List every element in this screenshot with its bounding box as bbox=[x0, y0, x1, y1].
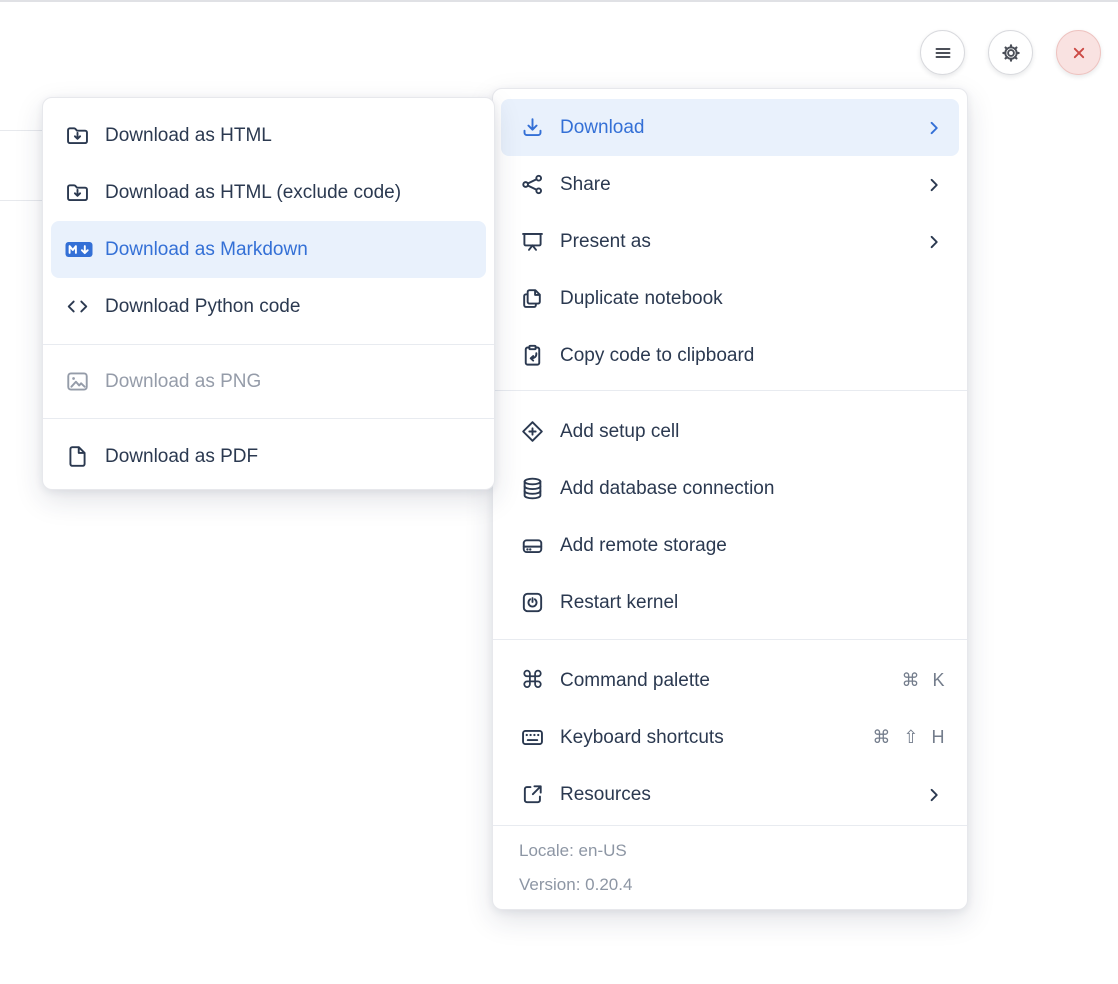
menu-item-label: Add database connection bbox=[560, 478, 774, 500]
menu-item-label: Duplicate notebook bbox=[560, 288, 723, 310]
menu-item-download[interactable]: Download bbox=[501, 99, 959, 156]
image-icon bbox=[64, 368, 91, 395]
menu-item-share[interactable]: Share bbox=[501, 156, 959, 213]
markdown-icon bbox=[64, 236, 94, 263]
menu-footer: Locale: en-US Version: 0.20.4 bbox=[493, 826, 967, 902]
menu-item-label: Command palette bbox=[560, 670, 710, 692]
download-submenu: Download as HTML Download as HTML (exclu… bbox=[42, 97, 495, 490]
menu-item-download-as-png: Download as PNG bbox=[51, 353, 486, 410]
menu-item-label: Download as PDF bbox=[105, 446, 258, 468]
settings-button[interactable] bbox=[988, 30, 1033, 75]
menu-item-keyboard-shortcuts[interactable]: Keyboard shortcuts ⌘ ⇧ H bbox=[501, 709, 959, 766]
download-icon bbox=[519, 114, 546, 141]
menu-item-label: Copy code to clipboard bbox=[560, 345, 754, 367]
chevron-right-icon bbox=[923, 231, 945, 253]
shortcut-hint: ⌘ K bbox=[901, 670, 945, 691]
menu-item-label: Download as PNG bbox=[105, 371, 261, 393]
menu-item-label: Add remote storage bbox=[560, 535, 727, 557]
menu-item-download-as-html[interactable]: Download as HTML bbox=[51, 107, 486, 164]
main-menu: Download Share Present as Duplicate note… bbox=[492, 88, 968, 910]
chevron-right-icon bbox=[923, 174, 945, 196]
menu-item-download-as-markdown[interactable]: Download as Markdown bbox=[51, 221, 486, 278]
menu-item-copy-code-to-clipboard[interactable]: Copy code to clipboard bbox=[501, 327, 959, 384]
gear-icon bbox=[999, 41, 1023, 65]
menu-item-resources[interactable]: Resources bbox=[501, 766, 959, 823]
locale-text: Locale: en-US bbox=[519, 834, 941, 868]
command-icon: ⌘ bbox=[519, 667, 546, 694]
menu-item-add-database-connection[interactable]: Add database connection bbox=[501, 460, 959, 517]
menu-button[interactable] bbox=[920, 30, 965, 75]
storage-drive-icon bbox=[519, 532, 546, 559]
clipboard-copy-icon bbox=[519, 342, 546, 369]
menu-item-label: Present as bbox=[560, 231, 651, 253]
duplicate-icon bbox=[519, 285, 546, 312]
menu-item-download-python-code[interactable]: Download Python code bbox=[51, 278, 486, 335]
power-icon bbox=[519, 589, 546, 616]
menu-item-present-as[interactable]: Present as bbox=[501, 213, 959, 270]
menu-item-label: Download Python code bbox=[105, 296, 300, 318]
diamond-plus-icon bbox=[519, 418, 546, 445]
menu-item-label: Share bbox=[560, 174, 611, 196]
menu-item-download-as-html-exclude-code[interactable]: Download as HTML (exclude code) bbox=[51, 164, 486, 221]
chevron-right-icon bbox=[923, 117, 945, 139]
close-button[interactable] bbox=[1056, 30, 1101, 75]
menu-item-add-remote-storage[interactable]: Add remote storage bbox=[501, 517, 959, 574]
version-text: Version: 0.20.4 bbox=[519, 868, 941, 902]
database-icon bbox=[519, 475, 546, 502]
background-rule-1 bbox=[0, 130, 46, 131]
menu-item-label: Download as HTML (exclude code) bbox=[105, 182, 401, 204]
menu-item-duplicate-notebook[interactable]: Duplicate notebook bbox=[501, 270, 959, 327]
close-icon bbox=[1067, 41, 1091, 65]
external-link-icon bbox=[519, 781, 546, 808]
menu-item-label: Keyboard shortcuts bbox=[560, 727, 724, 749]
background-rule-2 bbox=[0, 200, 46, 201]
menu-item-label: Download as Markdown bbox=[105, 239, 308, 261]
menu-item-label: Download bbox=[560, 117, 645, 139]
chevron-right-icon bbox=[923, 784, 945, 806]
menu-item-label: Resources bbox=[560, 784, 651, 806]
menu-item-label: Restart kernel bbox=[560, 592, 678, 614]
keyboard-icon bbox=[519, 724, 546, 751]
menu-item-label: Add setup cell bbox=[560, 421, 679, 443]
menu-item-restart-kernel[interactable]: Restart kernel bbox=[501, 574, 959, 631]
menu-item-label: Download as HTML bbox=[105, 125, 272, 147]
share-icon bbox=[519, 171, 546, 198]
presentation-icon bbox=[519, 228, 546, 255]
folder-download-icon bbox=[64, 179, 91, 206]
code-icon bbox=[64, 293, 91, 320]
menu-item-download-as-pdf[interactable]: Download as PDF bbox=[51, 428, 486, 485]
shortcut-hint: ⌘ ⇧ H bbox=[872, 727, 945, 748]
page-top-border bbox=[0, 0, 1118, 2]
hamburger-icon bbox=[931, 41, 955, 65]
menu-item-add-setup-cell[interactable]: Add setup cell bbox=[501, 403, 959, 460]
folder-download-icon bbox=[64, 122, 91, 149]
file-icon bbox=[64, 443, 91, 470]
menu-item-command-palette[interactable]: ⌘ Command palette ⌘ K bbox=[501, 652, 959, 709]
